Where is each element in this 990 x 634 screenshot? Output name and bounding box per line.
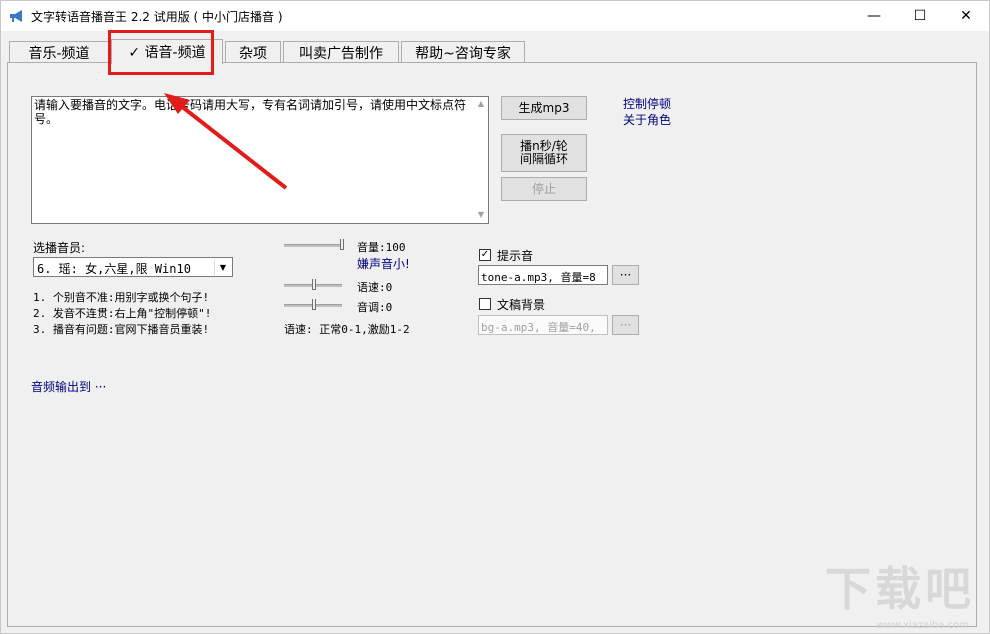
about-roles-link[interactable]: 关于角色 [623, 111, 671, 128]
scroll-down-icon[interactable]: ▼ [475, 209, 487, 221]
loop-play-button[interactable]: 播n秒/轮 间隔循环 [501, 134, 587, 172]
pitch-slider[interactable] [284, 299, 344, 311]
control-pause-link[interactable]: 控制停顿 [623, 95, 671, 112]
audio-output-link[interactable]: 音频输出到 ··· [31, 378, 106, 395]
title-bar: 文字转语音播音王 2.2 试用版 ( 中小门店播音 ) — ☐ ✕ [1, 1, 989, 31]
rate-slider-thumb[interactable] [312, 279, 316, 290]
prompt-sound-checkbox[interactable]: ✓ [479, 249, 491, 261]
tip-3: 3. 播音有问题:官网下播音员重装! [33, 323, 210, 336]
prompt-sound-label: 提示音 [497, 249, 534, 263]
minimize-button[interactable]: — [851, 1, 897, 31]
watermark-url: www.xiazaiba.com [876, 620, 969, 631]
voice-label: 选播音员: [33, 241, 86, 255]
tip-1: 1. 个别音不准:用别字或换个句子! [33, 291, 210, 304]
volume-slider-thumb[interactable] [340, 239, 344, 250]
chevron-down-icon[interactable]: ▼ [214, 259, 231, 275]
window-title: 文字转语音播音王 2.2 试用版 ( 中小门店播音 ) [31, 10, 283, 24]
pitch-label: 音调:0 [357, 301, 393, 314]
maximize-button[interactable]: ☐ [897, 1, 943, 31]
tab-help[interactable]: 帮助~咨询专家 [401, 41, 525, 63]
background-field[interactable]: bg-a.mp3, 音量=40, [478, 315, 608, 335]
prompt-sound-field[interactable]: tone-a.mp3, 音量=8 [478, 265, 608, 285]
scroll-up-icon[interactable]: ▲ [475, 98, 487, 110]
pitch-slider-thumb[interactable] [312, 299, 316, 310]
too-quiet-link[interactable]: 嫌声音小! [357, 255, 410, 272]
tab-ad-maker[interactable]: 叫卖广告制作 [283, 41, 399, 63]
volume-label: 音量:100 [357, 241, 406, 254]
prompt-sound-browse-button[interactable]: ··· [612, 265, 639, 285]
generate-mp3-button[interactable]: 生成mp3 [501, 96, 587, 120]
voice-selected-value: 6. 瑶: 女,六星,限 Win10 [37, 262, 191, 276]
tip-2: 2. 发音不连贯:右上角"控制停顿"! [33, 307, 212, 320]
background-label: 文稿背景 [497, 298, 546, 312]
volume-slider[interactable] [284, 239, 344, 251]
rate-label: 语速:0 [357, 281, 393, 294]
voice-select[interactable]: 6. 瑶: 女,六星,限 Win10 ▼ [33, 257, 233, 277]
stop-button[interactable]: 停止 [501, 177, 587, 201]
app-window: 文字转语音播音王 2.2 试用版 ( 中小门店播音 ) — ☐ ✕ 音乐-频道 … [0, 0, 990, 634]
background-checkbox[interactable] [479, 298, 491, 310]
tab-misc[interactable]: 杂项 [225, 41, 281, 63]
close-button[interactable]: ✕ [943, 1, 989, 31]
rate-slider[interactable] [284, 279, 344, 291]
check-icon: ✓ [480, 249, 490, 260]
speech-text-input[interactable]: 请输入要播音的文字。电话号码请用大写，专有名词请加引号，请使用中文标点符号。 [31, 96, 489, 224]
rate-hint: 语速: 正常0-1,激励1-2 [284, 323, 410, 336]
megaphone-icon [10, 10, 22, 22]
highlight-box [108, 30, 214, 75]
watermark-logo: 下载吧 [825, 562, 975, 616]
tab-music-channel[interactable]: 音乐-频道 [9, 41, 109, 63]
background-browse-button[interactable]: ··· [612, 315, 639, 335]
